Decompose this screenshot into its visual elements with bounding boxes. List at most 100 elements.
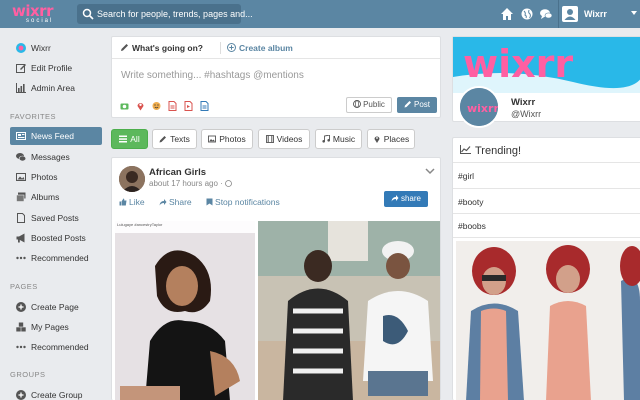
post-photo-2[interactable]	[258, 221, 440, 400]
image-icon	[16, 173, 26, 181]
camera-icon[interactable]	[120, 101, 129, 111]
album-icon	[16, 192, 26, 202]
post-actions: Like Share Stop notifications	[119, 197, 292, 207]
filter-label: Places	[383, 134, 410, 144]
tab-status[interactable]: What's going on?	[120, 43, 203, 53]
avatar[interactable]	[119, 166, 145, 192]
video-file-icon[interactable]	[184, 101, 193, 111]
sidebar-item-news-feed[interactable]: News Feed	[10, 127, 102, 145]
top-navbar: wixrr social Search for people, trends, …	[0, 0, 640, 28]
favorites-heading: FAVORITES	[10, 112, 57, 121]
share-label: Share	[168, 197, 192, 207]
groups-heading: GROUPS	[10, 370, 46, 379]
composer-input[interactable]: Write something... #hashtags @mentions	[121, 70, 304, 81]
sidebar-item-saved-posts[interactable]: Saved Posts	[10, 209, 102, 227]
filter-photos[interactable]: Photos	[201, 129, 253, 149]
chat-icon[interactable]	[539, 7, 553, 21]
trend-tag[interactable]: #girl	[458, 171, 474, 181]
plus-circle-icon	[227, 43, 236, 52]
search-input[interactable]: Search for people, trends, pages and...	[97, 9, 253, 19]
photo-image	[258, 221, 440, 400]
globe-icon	[225, 180, 232, 187]
sidebar-item-photos[interactable]: Photos	[10, 168, 102, 186]
trend-tag[interactable]: #booty	[458, 197, 484, 207]
filter-label: Music	[332, 134, 356, 144]
sidebar-item-label: Recommended	[31, 253, 89, 263]
comments-icon	[16, 153, 26, 162]
post-author[interactable]: African Girls	[149, 167, 206, 178]
photo-image	[456, 241, 640, 400]
filter-label: Texts	[170, 134, 190, 144]
chevron-down-icon[interactable]	[631, 11, 637, 15]
share-link[interactable]: Share	[159, 197, 198, 207]
avatar[interactable]: wixrr	[458, 86, 500, 128]
like-label: Like	[129, 197, 145, 207]
ellipsis-icon	[16, 345, 26, 349]
share-icon	[159, 199, 167, 206]
image-icon	[208, 135, 217, 143]
sidebar-item-admin-area[interactable]: Admin Area	[10, 79, 102, 97]
sidebar-item-albums[interactable]: Albums	[10, 188, 102, 206]
file-pdf-icon[interactable]	[168, 101, 177, 111]
divider	[220, 42, 221, 54]
search-box[interactable]: Search for people, trends, pages and...	[77, 4, 253, 24]
filter-videos[interactable]: Videos	[258, 129, 310, 149]
post-photo-1[interactable]: Lulugaye #ancestryTaylor	[115, 221, 255, 400]
trending-title: Trending!	[460, 145, 521, 157]
sidebar-item-label: Photos	[31, 172, 58, 182]
filter-places[interactable]: Places	[367, 129, 415, 149]
logo-text: wixrr	[12, 2, 53, 20]
sidebar-profile[interactable]: Wixrr	[10, 39, 102, 57]
sidebar-item-label: Recommended	[31, 342, 89, 352]
chevron-down-icon[interactable]	[425, 167, 435, 175]
tab-create-album[interactable]: Create album	[227, 43, 293, 53]
sidebar-item-boosted-posts[interactable]: Boosted Posts	[10, 229, 102, 247]
share-button[interactable]: share	[384, 191, 428, 207]
privacy-button[interactable]: Public	[346, 97, 392, 113]
cubes-icon	[16, 322, 26, 332]
trending-panel: Trending! #girl #booty #boobs	[452, 137, 640, 400]
feed-post: African Girls about 17 hours ago · Like …	[111, 157, 441, 400]
plus-circle-icon	[16, 302, 26, 312]
profile-card: wixrr wixrr Wixrr @Wixrr	[452, 36, 640, 128]
emoji-icon[interactable]	[152, 101, 161, 111]
logo-subtext: social	[26, 18, 54, 24]
filter-all[interactable]: All	[111, 129, 148, 149]
user-menu-name[interactable]: Wixrr	[584, 9, 607, 19]
sidebar-item-create-group[interactable]: Create Group	[10, 386, 102, 400]
edit-icon	[16, 64, 26, 73]
sidebar-item-recommended-pages[interactable]: Recommended	[10, 338, 102, 356]
bookmark-icon	[206, 198, 213, 206]
wixrr-logo[interactable]: wixrr social	[12, 4, 62, 26]
filter-texts[interactable]: Texts	[152, 129, 197, 149]
share-icon	[391, 195, 399, 202]
document-icon[interactable]	[200, 101, 209, 111]
sidebar-item-messages[interactable]: Messages	[10, 148, 102, 166]
tab-create-album-label: Create album	[239, 43, 293, 53]
pages-heading: PAGES	[10, 282, 38, 291]
trend-tag[interactable]: #boobs	[458, 221, 486, 231]
sidebar-item-recommended[interactable]: Recommended	[10, 249, 102, 267]
post-time-text: about 17 hours ago	[149, 179, 218, 188]
sidebar-item-create-page[interactable]: Create Page	[10, 298, 102, 316]
post-button[interactable]: Post	[397, 97, 437, 113]
sidebar-item-my-pages[interactable]: My Pages	[10, 318, 102, 336]
avatar-logo-text: wixrr	[467, 102, 498, 115]
tab-status-label: What's going on?	[132, 43, 203, 53]
home-icon[interactable]	[500, 7, 514, 21]
sidebar-item-label: Create Group	[31, 390, 83, 400]
profile-name[interactable]: Wixrr	[511, 97, 535, 108]
like-button[interactable]: Like	[119, 197, 151, 207]
stop-notifications-link[interactable]: Stop notifications	[206, 197, 286, 207]
filter-label: Photos	[219, 134, 246, 144]
pencil-icon	[404, 101, 411, 108]
left-sidebar: Wixrr Edit Profile Admin Area FAVORITES …	[0, 28, 110, 400]
stop-notifications-label: Stop notifications	[215, 197, 280, 207]
globe-icon[interactable]	[520, 7, 534, 21]
location-icon[interactable]	[136, 101, 145, 111]
bullhorn-icon	[16, 233, 25, 243]
filter-music[interactable]: Music	[315, 129, 362, 149]
users-icon[interactable]	[562, 6, 578, 22]
trending-photo[interactable]	[456, 241, 640, 400]
sidebar-item-edit-profile[interactable]: Edit Profile	[10, 59, 102, 77]
